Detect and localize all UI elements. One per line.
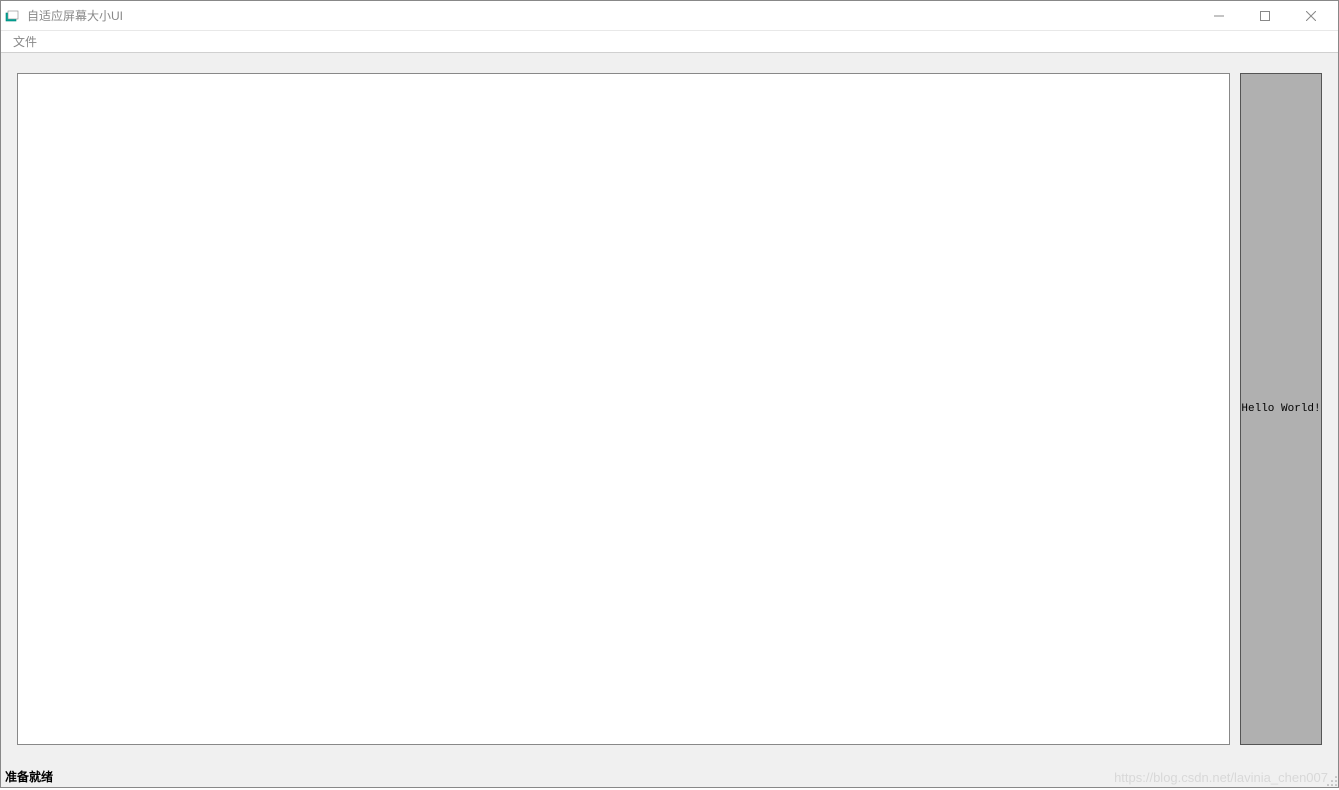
- titlebar-controls: [1196, 1, 1334, 31]
- client-area: Hello World!: [1, 53, 1338, 765]
- main-panel: [17, 73, 1230, 745]
- maximize-button[interactable]: [1242, 1, 1288, 31]
- minimize-button[interactable]: [1196, 1, 1242, 31]
- menu-file[interactable]: 文件: [5, 31, 45, 52]
- status-text: 准备就绪: [5, 768, 1334, 785]
- window-title: 自适应屏幕大小UI: [27, 7, 1196, 24]
- statusbar: 准备就绪 https://blog.csdn.net/lavinia_chen0…: [1, 765, 1338, 787]
- close-button[interactable]: [1288, 1, 1334, 31]
- app-icon: [5, 8, 21, 24]
- resize-grip[interactable]: [1322, 771, 1338, 787]
- titlebar[interactable]: 自适应屏幕大小UI: [1, 1, 1338, 31]
- menubar: 文件: [1, 31, 1338, 53]
- hello-world-button[interactable]: Hello World!: [1240, 73, 1322, 745]
